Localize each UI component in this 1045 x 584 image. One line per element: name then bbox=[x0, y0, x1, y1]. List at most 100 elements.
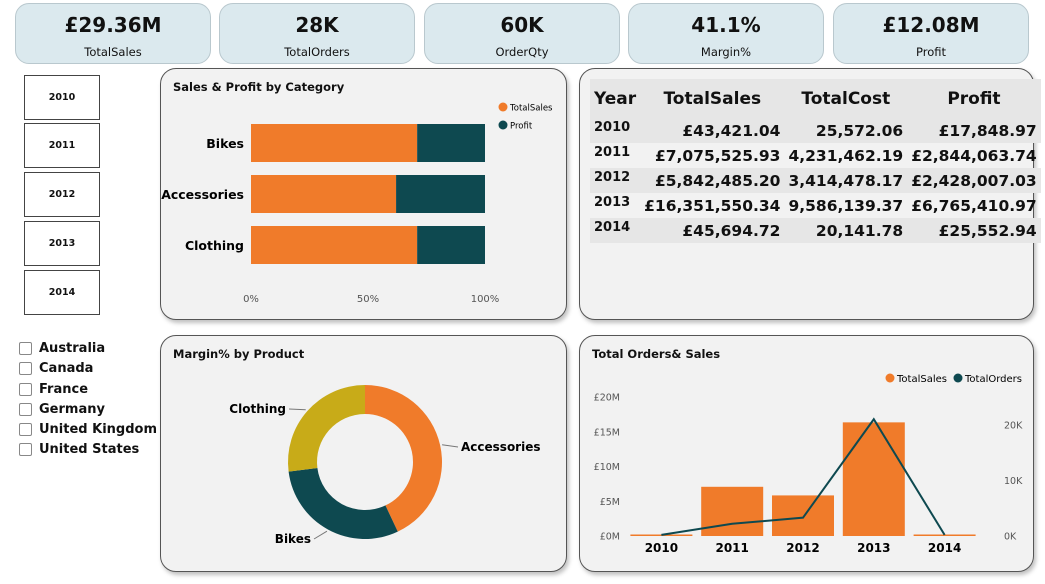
cell: £25,552.94 bbox=[907, 218, 1041, 243]
kpi-margin: 41.1% Margin% bbox=[628, 3, 824, 64]
country-label: Australia bbox=[39, 340, 106, 356]
slice-label: Bikes bbox=[275, 532, 311, 546]
y-right-tick-label: 20K bbox=[1004, 420, 1023, 431]
checkbox[interactable] bbox=[19, 442, 32, 456]
year-slicer-2010[interactable]: 2010 bbox=[24, 75, 100, 120]
legend-marker bbox=[953, 373, 963, 383]
year-slicer-2013[interactable]: 2013 bbox=[24, 221, 100, 266]
category-label: Clothing bbox=[185, 238, 244, 253]
cell: £6,765,410.97 bbox=[911, 196, 1037, 215]
country-label: Canada bbox=[39, 360, 94, 376]
kpi-profit: £12.08M Profit bbox=[833, 3, 1029, 64]
bar-totalsales-clothing bbox=[251, 226, 418, 264]
x-tick-label: 2011 bbox=[715, 541, 748, 555]
year-summary-table: Year TotalSales TotalCost Profit 2010 £4… bbox=[590, 79, 1041, 243]
cell: £43,421.04 bbox=[640, 118, 785, 143]
year-slicer-label: 2011 bbox=[48, 140, 76, 151]
legend-label: TotalOrders bbox=[964, 374, 1022, 385]
legend-label: Profit bbox=[510, 122, 533, 132]
y-right-tick-label: 10K bbox=[1004, 476, 1023, 487]
kpi-value: 28K bbox=[295, 13, 339, 37]
y-left-tick-label: £5M bbox=[600, 497, 620, 508]
y-left-tick-label: £20M bbox=[594, 393, 620, 404]
country-option-france[interactable]: France bbox=[19, 380, 88, 398]
category-label: Accessories bbox=[161, 187, 244, 202]
category-label: Bikes bbox=[206, 136, 244, 151]
cell: £16,351,550.34 bbox=[644, 196, 781, 215]
bar-total-sales-2012 bbox=[772, 495, 834, 536]
checkbox[interactable] bbox=[19, 341, 32, 355]
bar-profit-bikes bbox=[417, 124, 485, 162]
donut-slice-bikes bbox=[288, 468, 398, 539]
orders-sales-combo-chart: £0M £5M £10M £15M £20M 0K 10K 20K 2010 2011 2012 20… bbox=[594, 373, 1023, 555]
cell: 25,572.06 bbox=[784, 118, 908, 143]
country-option-united-kingdom[interactable]: United Kingdom bbox=[19, 420, 157, 438]
cell: 20,141.78 bbox=[784, 218, 908, 243]
country-option-australia[interactable]: Australia bbox=[19, 339, 105, 357]
checkbox[interactable] bbox=[19, 402, 32, 416]
cell: £2,428,007.03 bbox=[907, 168, 1041, 193]
leader-line bbox=[288, 408, 306, 411]
cell: 9,586,139.37 bbox=[788, 196, 904, 215]
col-header[interactable]: Profit bbox=[907, 79, 1041, 118]
x-tick-label: 100% bbox=[471, 294, 500, 305]
checkbox[interactable] bbox=[19, 422, 32, 436]
x-tick-label: 2013 bbox=[857, 541, 890, 555]
kpi-label: OrderQty bbox=[495, 45, 549, 59]
cell: 2014 bbox=[590, 218, 641, 243]
legend-marker bbox=[885, 373, 895, 383]
table-row: 2012 £5,842,485.20 3,414,478.17 £2,428,0… bbox=[590, 168, 1041, 193]
cell: 2012 bbox=[590, 168, 641, 193]
kpi-total-orders: 28K TotalOrders bbox=[219, 3, 415, 64]
leader-line bbox=[313, 530, 328, 540]
kpi-value: 41.1% bbox=[691, 13, 761, 37]
margin-chart-panel: Margin% by Product Accessories Bikes Cloth… bbox=[160, 335, 567, 572]
bar-profit-clothing bbox=[417, 226, 485, 264]
legend-marker bbox=[498, 120, 508, 130]
cell: £5,842,485.20 bbox=[640, 168, 785, 193]
year-slicer-2011[interactable]: 2011 bbox=[24, 123, 100, 168]
col-header[interactable]: Year bbox=[590, 79, 641, 118]
year-slicer-2012[interactable]: 2012 bbox=[24, 172, 100, 217]
kpi-value: £12.08M bbox=[882, 13, 980, 37]
country-option-canada[interactable]: Canada bbox=[19, 359, 93, 377]
orders-sales-panel: Total Orders& Sales £0M £5M £10M £15M £20M 0K… bbox=[579, 335, 1034, 572]
bar-profit-accessories bbox=[396, 175, 485, 213]
country-label: France bbox=[39, 381, 89, 397]
table-row: 2014 £45,694.72 20,141.78 £25,552.94 bbox=[590, 218, 1041, 243]
cell: 3,414,478.17 bbox=[784, 168, 908, 193]
year-slicer-label: 2014 bbox=[48, 287, 76, 298]
bar-total-sales-2013 bbox=[842, 422, 905, 536]
checkbox[interactable] bbox=[19, 361, 32, 375]
cell: 2011 bbox=[594, 145, 631, 160]
x-tick-label: 2012 bbox=[786, 541, 819, 555]
x-tick-label: 2014 bbox=[928, 541, 961, 555]
table-row: 2010 £43,421.04 25,572.06 £17,848.97 bbox=[590, 118, 1041, 143]
checkbox[interactable] bbox=[19, 382, 32, 396]
country-label: Germany bbox=[39, 401, 105, 417]
year-slicer-label: 2010 bbox=[48, 92, 76, 103]
category-chart-panel: Sales & Profit by Category Bikes Accessor… bbox=[160, 68, 567, 320]
country-option-united-states[interactable]: United States bbox=[19, 440, 139, 458]
cell: £17,848.97 bbox=[907, 118, 1041, 143]
cell: 2010 bbox=[590, 118, 641, 143]
col-header[interactable]: TotalSales bbox=[640, 79, 785, 118]
x-tick-label: 2010 bbox=[645, 541, 678, 555]
cell: £2,844,063.74 bbox=[911, 146, 1037, 165]
country-label: United States bbox=[39, 441, 140, 457]
year-slicer-2014[interactable]: 2014 bbox=[24, 270, 100, 315]
bar-totalsales-bikes bbox=[251, 124, 418, 162]
country-option-germany[interactable]: Germany bbox=[19, 400, 105, 418]
x-tick-label: 0% bbox=[243, 294, 259, 305]
kpi-value: 60K bbox=[500, 13, 544, 37]
kpi-total-sales: £29.36M TotalSales bbox=[15, 3, 211, 64]
country-label: United Kingdom bbox=[39, 421, 158, 437]
col-header[interactable]: TotalCost bbox=[784, 79, 908, 118]
legend-marker bbox=[498, 102, 508, 112]
leader-line bbox=[442, 444, 459, 448]
kpi-order-qty: 60K OrderQty bbox=[424, 3, 620, 64]
y-left-tick-label: £10M bbox=[594, 462, 620, 473]
margin-donut-chart: Accessories Bikes Clothing bbox=[229, 385, 541, 546]
kpi-label: TotalSales bbox=[84, 45, 142, 59]
bar-total-sales-2011 bbox=[701, 486, 764, 536]
